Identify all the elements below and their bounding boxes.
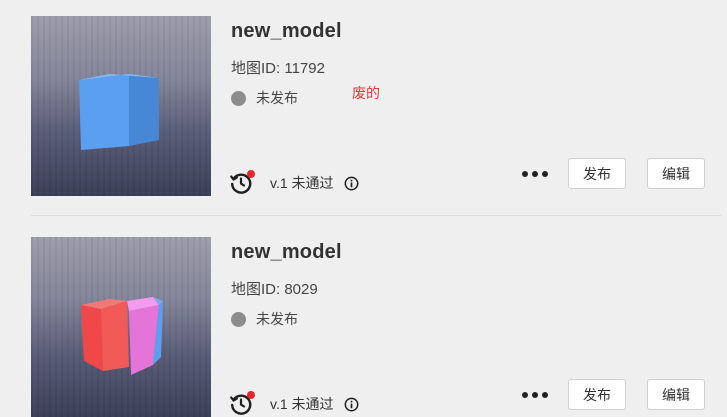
info-icon[interactable]	[344, 176, 359, 191]
model-thumbnail[interactable]	[31, 237, 211, 417]
model-title: new_model	[231, 20, 342, 42]
notification-dot	[247, 391, 255, 399]
publish-status: 未发布	[231, 309, 298, 329]
map-id: 地图ID: 8029	[231, 281, 318, 298]
blue-cube-image	[79, 74, 159, 150]
publish-button[interactable]: 发布	[568, 379, 626, 410]
map-id: 地图ID: 11792	[231, 60, 325, 77]
version-row: v.1 未通过	[229, 170, 359, 195]
version-row: v.1 未通过	[229, 391, 359, 416]
history-icon[interactable]	[229, 170, 255, 195]
edit-button[interactable]: 编辑	[647, 158, 705, 189]
more-options-icon[interactable]	[522, 385, 548, 405]
status-label: 未发布	[256, 311, 298, 327]
model-card: new_model 地图ID: 8029 未发布 v.1 未通过 发布 编辑	[0, 221, 727, 417]
more-options-icon[interactable]	[522, 164, 548, 184]
edit-button[interactable]: 编辑	[647, 379, 705, 410]
status-label: 未发布	[256, 90, 298, 106]
publish-status: 未发布	[231, 88, 298, 108]
info-icon[interactable]	[344, 397, 359, 412]
status-dot-icon	[231, 311, 246, 327]
model-title: new_model	[231, 241, 342, 263]
model-card: new_model 地图ID: 11792 未发布 废的 v.1 未通过 发布 …	[0, 0, 727, 205]
publish-button[interactable]: 发布	[568, 158, 626, 189]
history-icon[interactable]	[229, 391, 255, 416]
pink-cube-image	[81, 297, 163, 375]
note-text: 废的	[352, 85, 380, 101]
model-thumbnail[interactable]	[31, 16, 211, 196]
version-label: v.1 未通过	[270, 396, 334, 412]
version-label: v.1 未通过	[270, 175, 334, 191]
notification-dot	[247, 170, 255, 178]
card-divider	[31, 215, 721, 216]
status-dot-icon	[231, 90, 246, 106]
